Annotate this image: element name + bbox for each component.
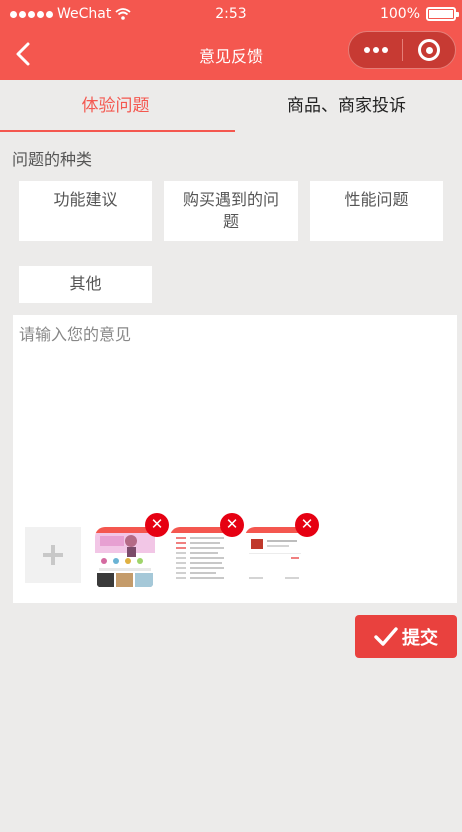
- tab-experience-issues[interactable]: 体验问题: [0, 80, 235, 132]
- more-dots-icon: [363, 47, 370, 53]
- submit-button[interactable]: 提交: [355, 615, 457, 658]
- navigation-bar: 意见反馈: [0, 28, 462, 80]
- battery-percent: 100%: [379, 6, 420, 22]
- close-icon: ✕: [150, 515, 164, 533]
- category-purchase-problem[interactable]: 购买遇到的问题: [164, 181, 298, 241]
- close-icon: ✕: [225, 515, 239, 533]
- category-performance-issue[interactable]: 性能问题: [310, 181, 443, 241]
- delete-thumbnail-1-button[interactable]: ✕: [145, 513, 169, 537]
- category-feature-suggestion[interactable]: 功能建议: [19, 181, 152, 241]
- close-circle-icon: [418, 39, 440, 61]
- thumbnail-image: [170, 527, 230, 589]
- feedback-panel: ✕ ✕: [13, 315, 457, 603]
- category-other[interactable]: 其他: [19, 266, 152, 303]
- battery-info: 100%: [379, 6, 459, 22]
- plus-icon: [43, 545, 63, 565]
- tab-bar: 体验问题 商品、商家投诉: [0, 80, 462, 132]
- mini-program-capsule: [348, 31, 456, 69]
- submit-label: 提交: [402, 627, 438, 649]
- battery-icon: [426, 7, 459, 21]
- thumbnail-image: [95, 527, 155, 589]
- more-options-button[interactable]: [349, 32, 402, 68]
- checkmark-icon: [374, 626, 398, 646]
- screenshot-thumbnail-2[interactable]: [170, 527, 230, 589]
- add-image-button[interactable]: [25, 527, 81, 583]
- delete-thumbnail-3-button[interactable]: ✕: [295, 513, 319, 537]
- screenshot-thumbnail-3[interactable]: [245, 527, 305, 589]
- thumbnail-image: [245, 527, 305, 589]
- status-bar: WeChat 2:53 100%: [0, 0, 462, 28]
- delete-thumbnail-2-button[interactable]: ✕: [220, 513, 244, 537]
- category-heading: 问题的种类: [12, 150, 93, 169]
- tab-product-merchant-complaints[interactable]: 商品、商家投诉: [231, 80, 462, 132]
- close-icon: ✕: [300, 515, 314, 533]
- screenshot-thumbnail-1[interactable]: [95, 527, 155, 589]
- feedback-input[interactable]: [19, 321, 449, 511]
- close-mini-program-button[interactable]: [403, 32, 455, 68]
